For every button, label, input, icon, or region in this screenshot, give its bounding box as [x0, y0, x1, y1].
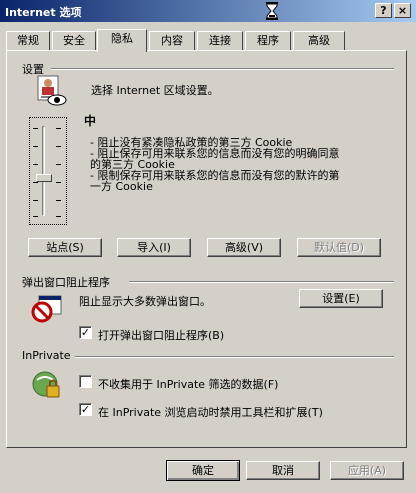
- privacy-level-slider[interactable]: [29, 117, 67, 225]
- advanced-button[interactable]: 高级(V): [207, 238, 281, 257]
- inprivate-group-title: InPrivate: [22, 349, 74, 362]
- tab-privacy[interactable]: 隐私: [97, 29, 147, 52]
- slider-tick: [56, 164, 61, 165]
- slider-tick: [33, 200, 38, 201]
- disable-toolbars-checkbox[interactable]: ✓: [79, 403, 92, 416]
- cancel-button[interactable]: 取消: [246, 461, 320, 480]
- title-bar[interactable]: Internet 选项 ? ×: [0, 0, 416, 22]
- no-collect-checkbox[interactable]: [79, 375, 92, 388]
- apply-button[interactable]: 应用(A): [330, 461, 404, 480]
- sites-button[interactable]: 站点(S): [28, 238, 102, 257]
- settings-instruction: 选择 Internet 区域设置。: [91, 84, 219, 97]
- inprivate-divider: [75, 356, 394, 358]
- slider-tick: [56, 128, 61, 129]
- inprivate-icon: [32, 371, 60, 398]
- import-button[interactable]: 导入(I): [117, 238, 191, 257]
- tab-advanced[interactable]: 高级: [293, 31, 345, 50]
- default-button[interactable]: 默认值(D): [297, 238, 381, 257]
- ok-button[interactable]: 确定: [166, 460, 240, 481]
- close-button[interactable]: ×: [394, 3, 411, 18]
- slider-tick: [56, 200, 61, 201]
- slider-tick: [56, 146, 61, 147]
- slider-track: [42, 126, 45, 216]
- tab-general[interactable]: 常规: [6, 31, 50, 50]
- popup-description: 阻止显示大多数弹出窗口。: [79, 295, 211, 308]
- popup-divider: [129, 281, 394, 283]
- privacy-eye-icon: [37, 75, 67, 106]
- popup-blocker-icon: [31, 295, 62, 323]
- popup-enable-label: 打开弹出窗口阻止程序(B): [98, 329, 225, 342]
- disable-toolbars-label: 在 InPrivate 浏览启动时禁用工具栏和扩展(T): [98, 406, 323, 419]
- tab-programs[interactable]: 程序: [245, 31, 291, 50]
- slider-tick: [33, 128, 38, 129]
- slider-tick: [33, 146, 38, 147]
- slider-tick: [33, 182, 38, 183]
- hourglass-cursor-icon: [266, 2, 278, 20]
- privacy-level-description: - 阻止没有紧凑隐私政策的第三方 Cookie - 阻止保存可用来联系您的信息而…: [90, 137, 390, 192]
- slider-tick: [33, 216, 38, 217]
- popup-settings-button[interactable]: 设置(E): [299, 289, 383, 308]
- tab-content[interactable]: 内容: [149, 31, 195, 50]
- slider-tick: [33, 164, 38, 165]
- popup-group-title: 弹出窗口阻止程序: [22, 274, 113, 290]
- no-collect-label: 不收集用于 InPrivate 筛选的数据(F): [98, 378, 279, 391]
- tab-connections[interactable]: 连接: [197, 31, 243, 50]
- slider-tick: [56, 216, 61, 217]
- slider-tick: [56, 182, 61, 183]
- tab-security[interactable]: 安全: [52, 31, 96, 50]
- privacy-panel: 设置 选择 Internet 区域设置。 中 - 阻止没有紧凑隐私政策的第三方 …: [6, 50, 407, 448]
- help-button[interactable]: ?: [375, 3, 392, 18]
- level-bullet: 一方 Cookie: [90, 180, 153, 193]
- popup-enable-checkbox[interactable]: ✓: [79, 326, 92, 339]
- settings-divider: [51, 68, 394, 70]
- slider-thumb[interactable]: [36, 174, 52, 182]
- window-title: Internet 选项: [5, 6, 82, 19]
- privacy-level-label: 中: [84, 114, 97, 128]
